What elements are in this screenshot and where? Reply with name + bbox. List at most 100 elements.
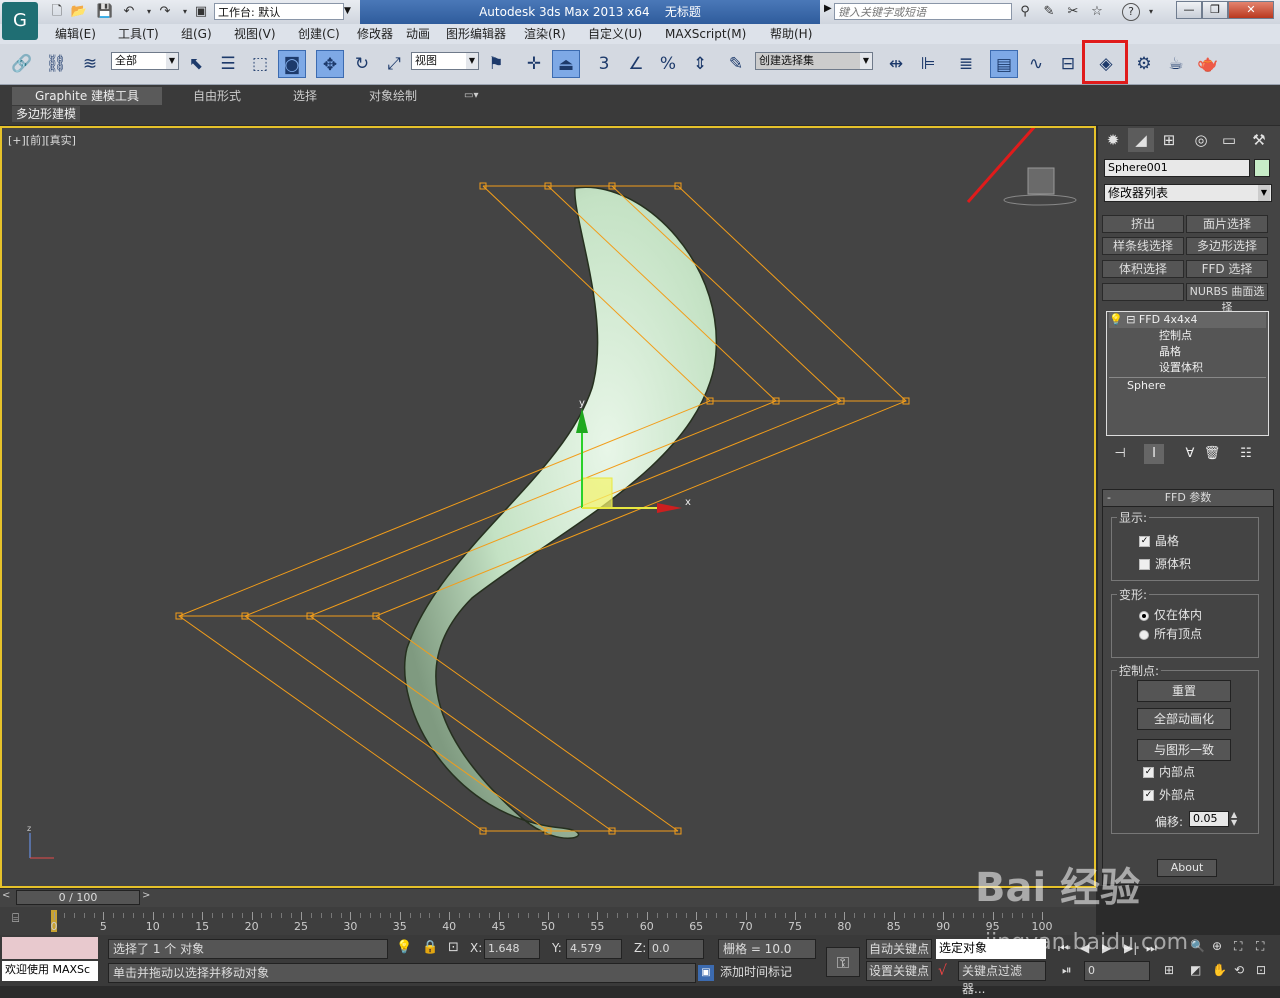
tab-graphite-modeling[interactable]: Graphite 建模工具 [12, 87, 162, 105]
key-icon[interactable]: ⚿ [826, 947, 860, 977]
y-coord-field[interactable]: 4.579 [566, 939, 622, 959]
z-coord-field[interactable]: 0.0 [648, 939, 704, 959]
restore-button[interactable]: ❐ [1202, 1, 1228, 19]
front-viewport[interactable]: [+][前][真实] x y z [0, 126, 1096, 888]
render-production-icon[interactable]: 🫖 [1194, 50, 1222, 78]
all-vertices-radio[interactable]: 所有顶点 [1139, 625, 1202, 642]
graphite-toggle-icon[interactable]: ▤ [990, 50, 1018, 78]
rectangular-selection-icon[interactable]: ⬚ [246, 50, 274, 78]
select-and-rotate-icon[interactable]: ↻ [348, 50, 376, 78]
inside-points-checkbox[interactable]: ✓ 内部点 [1143, 763, 1195, 780]
pivot-center-icon[interactable]: ⚑ [482, 50, 510, 78]
show-end-result-icon[interactable]: Ⅰ [1144, 444, 1164, 464]
viewcube-icon[interactable] [1003, 167, 1077, 206]
nurbs-surface-select-button[interactable]: NURBS 曲面选择 [1186, 283, 1268, 314]
redo-icon[interactable]: ↷ [156, 3, 174, 21]
menu-maxscript[interactable]: MAXScript(M) [665, 24, 746, 44]
workspace-select[interactable]: 工作台: 默认 [214, 3, 344, 20]
time-config-icon[interactable]: ⊞ [1164, 963, 1174, 977]
time-slider[interactable]: < 0 / 100 > [0, 889, 1096, 907]
zoom-all-icon[interactable]: ⊕ [1212, 939, 1222, 953]
poly-select-button[interactable]: 多边形选择 [1186, 237, 1268, 255]
maxscript-mini-listener[interactable]: 欢迎使用 MAXSc [2, 961, 98, 981]
empty-modifier-button[interactable] [1102, 283, 1184, 301]
manipulate-icon[interactable]: ✛ [520, 50, 548, 78]
selection-lock-icon[interactable]: 🔒 [422, 940, 438, 955]
align-icon[interactable]: ⊫ [914, 50, 942, 78]
search-input[interactable]: 键入关键字或短语 [834, 3, 1012, 20]
outside-points-checkbox[interactable]: ✓ 外部点 [1143, 786, 1195, 803]
new-file-icon[interactable]: 🗋 [48, 3, 66, 21]
menu-graph-editors[interactable]: 图形编辑器 [446, 24, 506, 44]
time-prev-icon[interactable]: < [2, 890, 16, 906]
offset-spinner[interactable]: 0.05 [1189, 811, 1229, 827]
menu-help[interactable]: 帮助(H) [770, 24, 812, 44]
ribbon-options-dropdown-icon[interactable]: ▭▾ [464, 87, 478, 105]
select-object-icon[interactable]: ⬉ [182, 50, 210, 78]
zoom-extents-icon[interactable]: ⛶ [1234, 939, 1242, 954]
animate-all-button[interactable]: 全部动画化 [1137, 708, 1231, 730]
ffd-select-button[interactable]: FFD 选择 [1186, 260, 1268, 278]
time-next-icon[interactable]: > [142, 890, 156, 906]
spline-select-button[interactable]: 样条线选择 [1102, 237, 1184, 255]
menu-views[interactable]: 视图(V) [234, 24, 276, 44]
utilities-tab-icon[interactable]: ⚒ [1246, 128, 1272, 152]
about-button[interactable]: About [1157, 859, 1217, 877]
pin-stack-icon[interactable]: ⊣ [1110, 444, 1130, 464]
favorites-star-icon[interactable]: ☆ [1088, 3, 1106, 21]
reset-button[interactable]: 重置 [1137, 680, 1231, 702]
rollout-header[interactable]: - FFD 参数 [1103, 490, 1273, 507]
lattice-checkbox[interactable]: ✓ 晶格 [1139, 532, 1179, 549]
close-button[interactable]: ✕ [1228, 1, 1274, 19]
only-in-volume-radio-icon[interactable] [1139, 610, 1149, 621]
lattice-check-icon[interactable]: ✓ [1139, 536, 1150, 547]
zoom-icon[interactable]: 🔍 [1190, 939, 1205, 953]
extrude-button[interactable]: 挤出 [1102, 215, 1184, 233]
all-vertices-radio-icon[interactable] [1139, 629, 1149, 640]
create-tab-icon[interactable]: ✹ [1100, 128, 1126, 152]
pan-view-icon[interactable]: ✋ [1212, 963, 1227, 977]
add-time-tag[interactable]: 添加时间标记 [720, 963, 816, 983]
workspace-dropdown-icon[interactable]: ▼ [344, 3, 356, 20]
configure-modifier-sets-icon[interactable]: ☷ [1236, 444, 1256, 464]
communication-center-icon[interactable]: ✎ [1040, 3, 1058, 21]
tools-icon[interactable]: ✂ [1064, 3, 1082, 21]
help-dropdown-icon[interactable]: ▾ [1142, 3, 1160, 21]
menu-tools[interactable]: 工具(T) [118, 24, 159, 44]
spinner-snap-icon[interactable]: ⇕ [686, 50, 714, 78]
menu-customize[interactable]: 自定义(U) [588, 24, 642, 44]
selection-filter-select[interactable]: 全部 ▼ [111, 52, 179, 70]
help-icon[interactable]: ? [1122, 3, 1140, 21]
mini-curve-editor-icon[interactable]: ⌸ [12, 911, 32, 929]
x-coord-field[interactable]: 1.648 [484, 939, 540, 959]
stack-sub-set-volume[interactable]: 设置体积 [1159, 360, 1203, 376]
light-bulb-icon[interactable]: 💡 [1109, 313, 1123, 326]
modify-tab-icon[interactable]: ◢ [1128, 128, 1154, 152]
key-mode-icon[interactable]: ⏯ [1062, 963, 1072, 978]
make-unique-icon[interactable]: ∀ [1180, 444, 1200, 464]
key-filter-curve-icon[interactable]: √ [938, 963, 947, 979]
hierarchy-tab-icon[interactable]: ⊞ [1156, 128, 1182, 152]
tab-selection[interactable]: 选择 [293, 87, 317, 105]
modifier-list-select[interactable]: 修改器列表 ▼ [1104, 184, 1272, 202]
named-selection-dropdown-icon[interactable]: ▼ [860, 53, 872, 69]
layer-manager-icon[interactable]: ≣ [952, 50, 980, 78]
link-icon[interactable]: 🔗 [8, 50, 36, 78]
modifier-list-dropdown-icon[interactable]: ▼ [1258, 185, 1270, 201]
menu-group[interactable]: 组(G) [181, 24, 212, 44]
source-volume-checkbox[interactable]: 源体积 [1139, 555, 1191, 572]
set-key-button[interactable]: 设置关键点 [866, 961, 932, 981]
select-by-name-icon[interactable]: ☰ [214, 50, 242, 78]
orbit-icon[interactable]: ⟲ [1234, 963, 1244, 977]
unlink-icon[interactable]: ⛓ [42, 50, 70, 78]
zoom-extents-all-icon[interactable]: ⛶ [1256, 939, 1264, 954]
percent-snap-icon[interactable]: % [654, 50, 682, 78]
collapse-icon[interactable]: ⊟ [1126, 313, 1135, 326]
maximize-viewport-icon[interactable]: ⊡ [1256, 963, 1266, 977]
reference-coordinate-select[interactable]: 视图 ▼ [411, 52, 479, 70]
modifier-stack[interactable]: 💡 ⊟ FFD 4x4x4 控制点 晶格 设置体积 Sphere [1106, 311, 1269, 436]
stack-sub-lattice[interactable]: 晶格 [1159, 344, 1181, 360]
named-selection-select[interactable]: 创建选择集 ▼ [755, 52, 873, 70]
menu-modifiers[interactable]: 修改器 [357, 24, 393, 44]
select-and-scale-icon[interactable]: ⤢ [380, 50, 408, 78]
